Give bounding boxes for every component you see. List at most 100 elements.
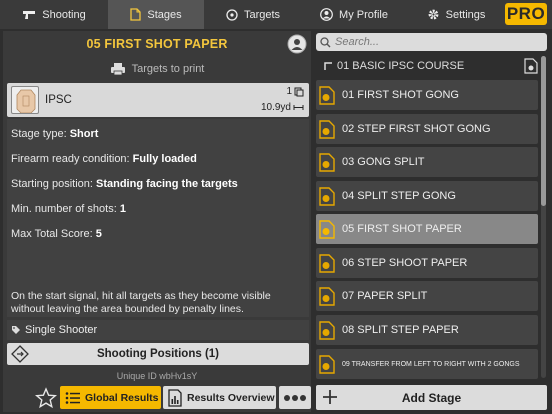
printer-icon	[110, 63, 125, 76]
plus-icon	[323, 390, 337, 404]
stage-item[interactable]: 04 SPLIT STEP GONG	[316, 181, 538, 211]
scrollbar-thumb[interactable]	[541, 56, 546, 206]
top-navigation: Shooting Stages Targets My Profile Setti…	[0, 0, 552, 29]
stage-document-icon	[319, 254, 335, 273]
stage-document-icon	[319, 187, 335, 206]
more-dot-icon	[292, 394, 298, 401]
ready-condition-value: Fully loaded	[132, 153, 197, 165]
tab-targets-label: Targets	[243, 8, 281, 21]
stage-document-icon	[319, 287, 335, 306]
stage-document-icon	[319, 153, 335, 172]
copies-icon	[294, 87, 304, 96]
course-header[interactable]: 01 BASIC IPSC COURSE	[316, 56, 540, 76]
tag-row: Single Shooter	[7, 320, 309, 340]
person-icon	[320, 8, 333, 21]
pro-badge[interactable]: PRO	[505, 3, 547, 25]
tab-targets[interactable]: Targets	[204, 0, 302, 29]
course-document-icon[interactable]	[524, 58, 538, 74]
tab-my-profile[interactable]: My Profile	[302, 0, 406, 29]
target-count: 1	[286, 86, 304, 97]
target-name: IPSC	[45, 94, 72, 106]
stage-item-label: 02 STEP FIRST SHOT GONG	[342, 123, 491, 135]
tag-label: Single Shooter	[25, 324, 98, 336]
stage-item[interactable]: 02 STEP FIRST SHOT GONG	[316, 114, 538, 144]
target-distance: 10.9yd	[261, 102, 304, 113]
bottom-toolbar: Global Results Results Overview	[3, 384, 311, 412]
chart-doc-icon	[168, 388, 182, 407]
stage-item-label: 08 SPLIT STEP PAPER	[342, 324, 459, 336]
target-card[interactable]: IPSC 1 10.9yd	[7, 83, 309, 117]
stage-document-icon	[319, 321, 335, 340]
tab-settings[interactable]: Settings	[406, 0, 506, 29]
starting-position-label: Starting position:	[11, 178, 96, 190]
more-dot-icon	[300, 394, 306, 401]
stage-item-label: 06 STEP SHOOT PAPER	[342, 257, 468, 269]
stage-item[interactable]: 09 TRANSFER FROM LEFT TO RIGHT WITH 2 GO…	[316, 349, 538, 379]
ready-condition-line: Firearm ready condition: Fully loaded	[11, 153, 197, 165]
stage-list-scrollbar[interactable]	[541, 56, 546, 378]
list-icon	[65, 391, 80, 404]
more-options-button[interactable]	[279, 386, 311, 409]
user-icon[interactable]	[287, 34, 307, 54]
target-distance-value: 10.9yd	[260, 102, 291, 113]
pistol-icon	[23, 10, 36, 19]
search-icon	[320, 36, 331, 47]
results-overview-label: Results Overview	[187, 391, 275, 404]
max-score-label: Max Total Score:	[11, 228, 96, 240]
stage-item-label: 01 FIRST SHOT GONG	[342, 89, 459, 101]
add-stage-button[interactable]: Add Stage	[316, 385, 547, 410]
stage-item[interactable]: 08 SPLIT STEP PAPER	[316, 315, 538, 345]
min-shots-line: Min. number of shots: 1	[11, 203, 126, 215]
stage-document-icon	[319, 355, 335, 374]
tab-my-profile-label: My Profile	[339, 8, 388, 21]
star-icon[interactable]	[35, 387, 57, 409]
tab-shooting-label: Shooting	[42, 8, 86, 21]
max-score-line: Max Total Score: 5	[11, 228, 102, 240]
tab-shooting[interactable]: Shooting	[0, 0, 108, 29]
stage-description: On the start signal, hit all targets as …	[11, 290, 271, 315]
starting-position-value: Standing facing the targets	[96, 178, 238, 190]
unique-id: Unique ID wbHv1sY	[116, 371, 198, 381]
min-shots-value: 1	[119, 203, 126, 215]
max-score-value: 5	[95, 228, 102, 240]
min-shots-label: Min. number of shots:	[11, 203, 120, 215]
search-box[interactable]	[316, 33, 547, 51]
print-targets-label: Targets to print	[131, 63, 205, 75]
gear-icon	[428, 9, 439, 20]
tab-stages[interactable]: Stages	[108, 0, 204, 29]
stage-document-icon	[319, 120, 335, 139]
starting-position-line: Starting position: Standing facing the t…	[11, 178, 238, 190]
print-targets-row[interactable]: Targets to print	[3, 59, 311, 79]
stage-type-line: Stage type: Short	[11, 128, 98, 140]
tag-icon	[12, 326, 20, 334]
course-name: 01 BASIC IPSC COURSE	[337, 60, 465, 72]
stage-detail-panel: 05 FIRST SHOT PAPER Targets to print IPS…	[3, 31, 311, 412]
stage-item-label: 04 SPLIT STEP GONG	[342, 190, 456, 202]
tab-stages-label: Stages	[147, 8, 182, 21]
ready-condition-label: Firearm ready condition:	[11, 153, 133, 165]
stage-item-label: 07 PAPER SPLIT	[342, 290, 428, 302]
search-input[interactable]	[335, 36, 535, 48]
stage-info: Stage type: Short Firearm ready conditio…	[7, 119, 309, 317]
stage-item-label: 03 GONG SPLIT	[342, 156, 425, 168]
stage-item-label: 05 FIRST SHOT PAPER	[342, 223, 462, 235]
stage-document-icon	[319, 86, 335, 105]
shooting-positions-label: Shooting Positions (1)	[96, 348, 220, 360]
stage-item[interactable]: 01 FIRST SHOT GONG	[316, 80, 538, 110]
stage-item[interactable]: 06 STEP SHOOT PAPER	[316, 248, 538, 278]
stage-item[interactable]: 03 GONG SPLIT	[316, 147, 538, 177]
stage-document-icon	[319, 220, 335, 239]
stage-type-value: Short	[69, 128, 99, 140]
stage-item[interactable]: 07 PAPER SPLIT	[316, 281, 538, 311]
document-icon	[130, 8, 142, 21]
target-count-value: 1	[286, 86, 292, 97]
add-stage-label: Add Stage	[401, 390, 462, 405]
stage-item-selected[interactable]: 05 FIRST SHOT PAPER	[316, 214, 538, 244]
stage-title: 05 FIRST SHOT PAPER	[86, 37, 228, 51]
shooting-positions-button[interactable]: Shooting Positions (1)	[7, 343, 309, 365]
stage-type-label: Stage type:	[11, 128, 70, 140]
stage-item-label: 09 TRANSFER FROM LEFT TO RIGHT WITH 2 GO…	[342, 360, 520, 368]
global-results-button[interactable]: Global Results	[60, 386, 161, 409]
results-overview-button[interactable]: Results Overview	[163, 386, 276, 409]
corner-icon	[324, 62, 332, 70]
